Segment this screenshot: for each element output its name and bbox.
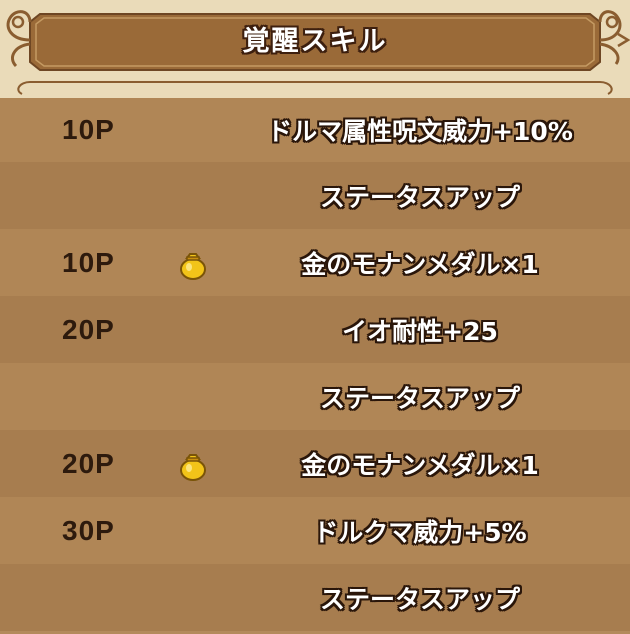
skill-name: ドルクマ威力+5% [313, 517, 527, 547]
skill-cost: 30P [62, 514, 115, 546]
skill-row[interactable]: ステータスアップ [0, 564, 630, 631]
skill-name: ドルマ属性呪文威力+10% [267, 117, 573, 146]
skill-name: イオ耐性+25 [342, 316, 498, 346]
panel-title: 覚醒スキル [242, 25, 388, 57]
skill-row[interactable]: 30P ドルクマ威力+5% [0, 497, 630, 564]
panel-header: 覚醒スキル [0, 0, 630, 98]
skill-name: ステータスアップ [319, 182, 520, 212]
gold-bag-icon [180, 453, 206, 481]
skill-name: ステータスアップ [319, 584, 520, 614]
skill-row[interactable]: ステータスアップ [0, 363, 630, 430]
skill-cost: 10P [62, 114, 115, 145]
gold-bag-icon [180, 252, 206, 280]
skill-cost: 10P [62, 246, 115, 278]
skill-row[interactable]: ステータスアップ [0, 162, 630, 229]
skill-cost: 20P [62, 447, 115, 479]
skill-row[interactable]: 10P ドルマ属性呪文威力+10% [0, 98, 630, 162]
skill-row[interactable]: 10P 金のモナンメダル×1 [0, 229, 630, 296]
skill-row[interactable]: 20P 金のモナンメダル×1 [0, 430, 630, 497]
skill-cost: 20P [62, 313, 115, 345]
skill-name: ステータスアップ [319, 383, 520, 413]
skill-list: 10P ドルマ属性呪文威力+10% ステータスアップ 10P 金のモナンメダル×… [0, 98, 630, 631]
skill-name: 金のモナンメダル×1 [301, 249, 539, 279]
awakening-skill-panel: 覚醒スキル 10P ドルマ属性呪文威力+10% ステータスアップ 10P 金のモ… [0, 0, 630, 634]
skill-row[interactable]: 20P イオ耐性+25 [0, 296, 630, 363]
skill-name: 金のモナンメダル×1 [301, 450, 539, 480]
